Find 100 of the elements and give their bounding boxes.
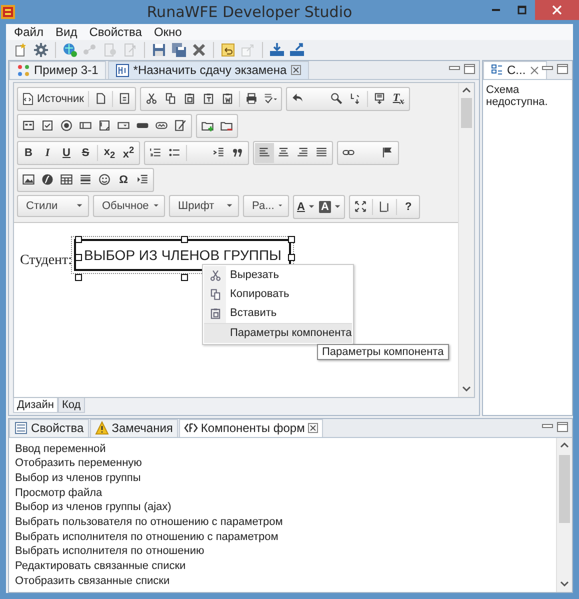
radio-icon[interactable] [60,119,73,132]
tray-in-icon[interactable] [269,42,285,58]
quote-icon[interactable] [231,146,244,160]
underline-button[interactable]: U [57,142,76,163]
list-indent-icon[interactable] [136,173,149,186]
maximize-icon[interactable] [557,64,568,74]
list-item[interactable]: Редактировать связанные списки [15,559,556,574]
page-icon[interactable] [94,92,107,106]
undo-icon[interactable] [220,42,236,58]
editor-tab[interactable]: Пример 3-1 [9,60,106,79]
numbered-list-icon[interactable] [149,146,162,160]
image-icon[interactable] [22,173,35,186]
hidden-field-icon[interactable] [174,119,187,132]
scroll-thumb[interactable] [559,454,570,523]
maximize-icon[interactable] [464,64,475,74]
list-item[interactable]: Выбор из членов группы [15,470,556,486]
show-blocks-icon[interactable] [378,200,391,214]
list-item[interactable]: Отобразить переменную [15,456,556,471]
list-item[interactable]: Отобразить связанные списки [15,574,556,588]
checkbox-icon[interactable] [41,119,54,132]
menu-item[interactable]: Свойства [83,24,148,39]
text-color-button[interactable]: A [295,196,317,217]
close-icon[interactable] [308,423,318,434]
smiley-icon[interactable] [98,173,111,186]
special-character-button[interactable]: Ω [114,170,133,190]
editor-tab[interactable]: *Назначить сдачу экзамена [108,60,309,79]
scrollbar[interactable] [458,82,474,397]
menu-item[interactable]: Окно [148,24,188,39]
dropdown[interactable]: Ра... [243,194,289,217]
view-tab[interactable]: Дизайн [13,398,58,413]
align-left-button[interactable] [255,142,274,163]
circle-icon[interactable] [41,173,54,186]
gear-icon[interactable] [33,42,49,58]
list-item[interactable]: Выбор из членов группы (ajax) [15,500,556,516]
close-button[interactable] [535,0,579,20]
clipboard-icon[interactable] [202,92,215,106]
outline-tab[interactable]: С... [483,60,547,79]
superscript-button[interactable]: x$^{2}$ [119,142,138,163]
dropdown[interactable]: Обычное [93,194,165,217]
menu-item[interactable]: Копировать [204,284,352,304]
subscript-button[interactable]: x$_{2}$ [100,142,119,163]
form-icon[interactable] [22,119,35,132]
table-icon[interactable] [60,173,73,186]
resize-handle[interactable] [288,254,295,261]
document-icon[interactable] [118,92,131,106]
list-item[interactable]: Выбрать исполнителя по отношению с параметром [15,530,556,544]
resize-handle[interactable] [75,236,82,243]
menu-item[interactable]: Вставить [204,304,352,323]
list-item[interactable]: Просмотр файла [15,486,556,500]
close-icon[interactable] [290,65,301,76]
dropdown[interactable]: Стили [17,194,89,217]
maximize-icon[interactable] [354,200,367,214]
block-icon[interactable] [372,92,386,106]
panel-tab[interactable]: Компоненты форм [178,418,323,437]
resize-handle[interactable] [181,236,188,243]
save-icon[interactable] [151,42,167,58]
flag-icon[interactable] [381,146,394,160]
maximize-icon[interactable] [557,422,568,432]
new-file-icon[interactable] [13,42,29,58]
clipboard-icon[interactable] [220,92,234,106]
source-button[interactable]: Источник [19,88,86,109]
background-color-button[interactable]: A [316,196,343,217]
scissors-icon[interactable] [144,92,158,106]
bold-button[interactable]: B [19,142,38,163]
spellcheck-icon[interactable] [264,92,277,106]
panel-tab[interactable]: Свойства [9,418,89,437]
tray-out-icon[interactable] [289,42,305,58]
folder-minus-icon[interactable] [220,119,233,132]
italic-button[interactable]: I [38,142,57,163]
clipboard-icon[interactable] [182,92,196,106]
remove-format-button[interactable]: T$_{x}$ [388,88,408,109]
delete-icon[interactable] [191,42,207,58]
resize-handle[interactable] [181,274,188,281]
form-component[interactable]: ВЫБОР ИЗ ЧЛЕНОВ ГРУППЫ [74,238,292,271]
view-tab[interactable]: Код [58,398,85,413]
horizontal-rule-icon[interactable] [79,173,92,186]
search-icon[interactable] [330,92,343,106]
folder-plus-icon[interactable] [201,119,214,132]
resize-handle[interactable] [75,274,82,281]
dropdown[interactable]: Шрифт [169,194,239,217]
indent-icon[interactable] [212,146,225,160]
copy-icon[interactable] [164,92,177,106]
scrollbar[interactable] [556,438,572,592]
close-icon[interactable] [530,66,539,75]
list-item[interactable]: Выбрать исполнителя по отношению [15,544,556,560]
panel-tab[interactable]: Замечания [90,418,178,437]
list-item[interactable]: Ввод переменной [15,442,556,456]
text-area-icon[interactable] [98,119,111,132]
help-button[interactable]: ? [398,196,418,217]
resize-handle[interactable] [288,236,295,243]
globe-icon[interactable] [62,42,78,58]
menu-item[interactable]: Параметры компонента [204,322,352,343]
replace-icon[interactable] [348,92,362,106]
printer-icon[interactable] [244,92,258,106]
list-item[interactable]: Выбрать пользователя по отношению с параметром [15,515,556,530]
scroll-thumb[interactable] [461,98,472,128]
strikethrough-button[interactable]: S [76,142,95,163]
resize-handle[interactable] [75,254,82,261]
menu-item[interactable]: Вид [50,24,84,39]
save-all-icon[interactable] [171,42,187,58]
